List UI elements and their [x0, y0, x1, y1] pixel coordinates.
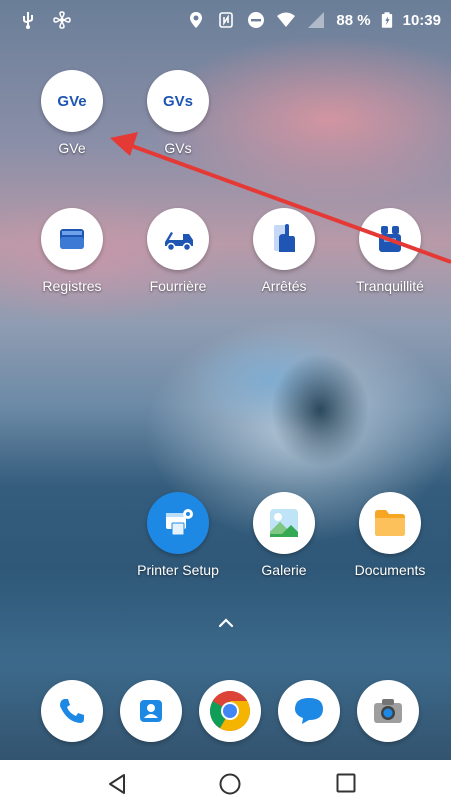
home-screen: 88 % 10:39 GVe GVe GVs GVs Registres Fou…: [0, 0, 451, 812]
annotation-arrow: [110, 132, 451, 264]
recents-icon[interactable]: [335, 772, 357, 794]
home-icon[interactable]: [218, 772, 242, 796]
back-icon[interactable]: [106, 772, 128, 796]
